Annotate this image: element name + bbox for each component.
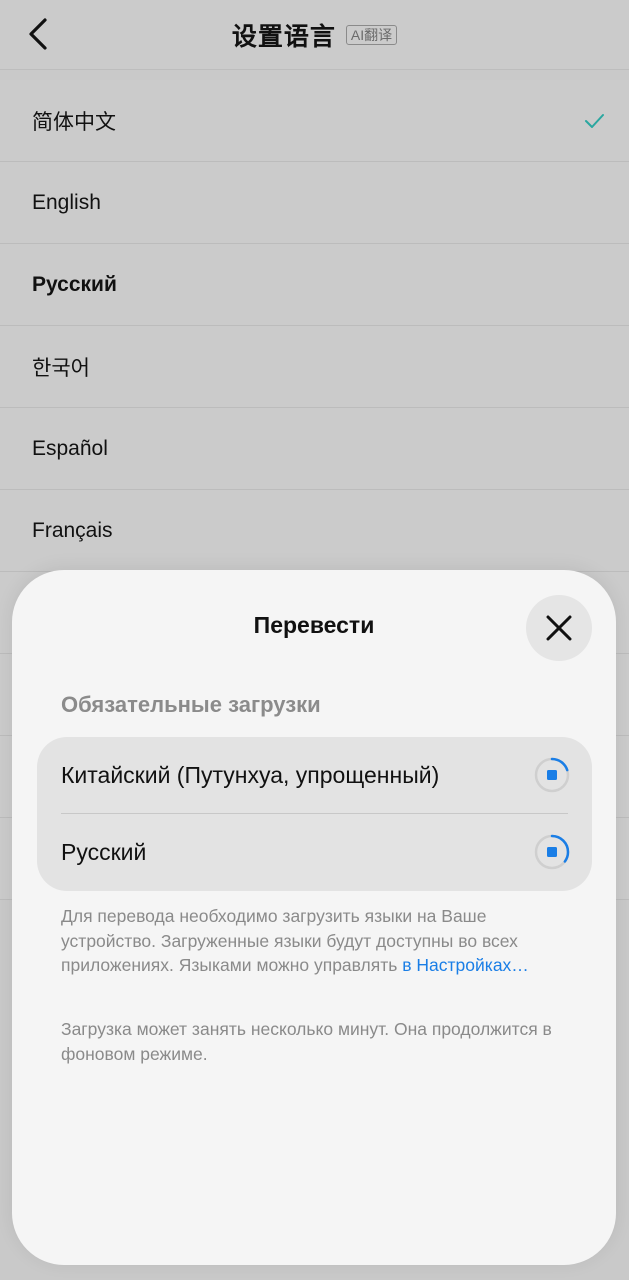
download-row-chinese[interactable]: Китайский (Путунхуа, упрощенный) — [37, 737, 592, 814]
language-item-es[interactable]: Español — [0, 408, 629, 490]
title-group: 设置语言 AI翻译 — [0, 18, 629, 52]
language-item-ru[interactable]: Русский — [0, 244, 629, 326]
page-title: 设置语言 — [231, 23, 336, 51]
description-text: Для перевода необходимо загрузить языки … — [61, 904, 571, 978]
section-label: Обязательные загрузки — [61, 692, 321, 717]
language-label: Français — [32, 518, 113, 542]
language-item-fr[interactable]: Français — [0, 490, 629, 572]
language-item-ko[interactable]: 한국어 — [0, 326, 629, 408]
settings-link[interactable]: в Настройках… — [402, 955, 529, 975]
language-label: 한국어 — [32, 356, 90, 380]
language-label: Español — [32, 436, 108, 460]
download-progress-icon[interactable] — [534, 757, 570, 793]
download-row-russian[interactable]: Русский — [37, 814, 592, 891]
language-label: English — [32, 190, 101, 214]
downloads-card: Китайский (Путунхуа, упрощенный) Русский — [37, 737, 592, 891]
translate-sheet: Перевести Обязательные загрузки Китайски… — [12, 570, 616, 1265]
download-label: Китайский (Путунхуа, упрощенный) — [61, 762, 440, 788]
checkmark-icon — [585, 114, 604, 128]
header-bar: 设置语言 AI翻译 — [0, 0, 629, 70]
ai-translate-badge: AI翻译 — [345, 25, 398, 45]
download-note: Загрузка может занять несколько минут. О… — [61, 1019, 552, 1064]
download-label: Русский — [61, 839, 147, 865]
download-progress-icon[interactable] — [534, 834, 570, 870]
close-icon — [546, 615, 572, 641]
language-item-zh[interactable]: 简体中文 — [0, 80, 629, 162]
language-label: 简体中文 — [32, 110, 116, 134]
close-button[interactable] — [526, 595, 592, 661]
language-label: Русский — [32, 272, 117, 296]
language-item-en[interactable]: English — [0, 162, 629, 244]
